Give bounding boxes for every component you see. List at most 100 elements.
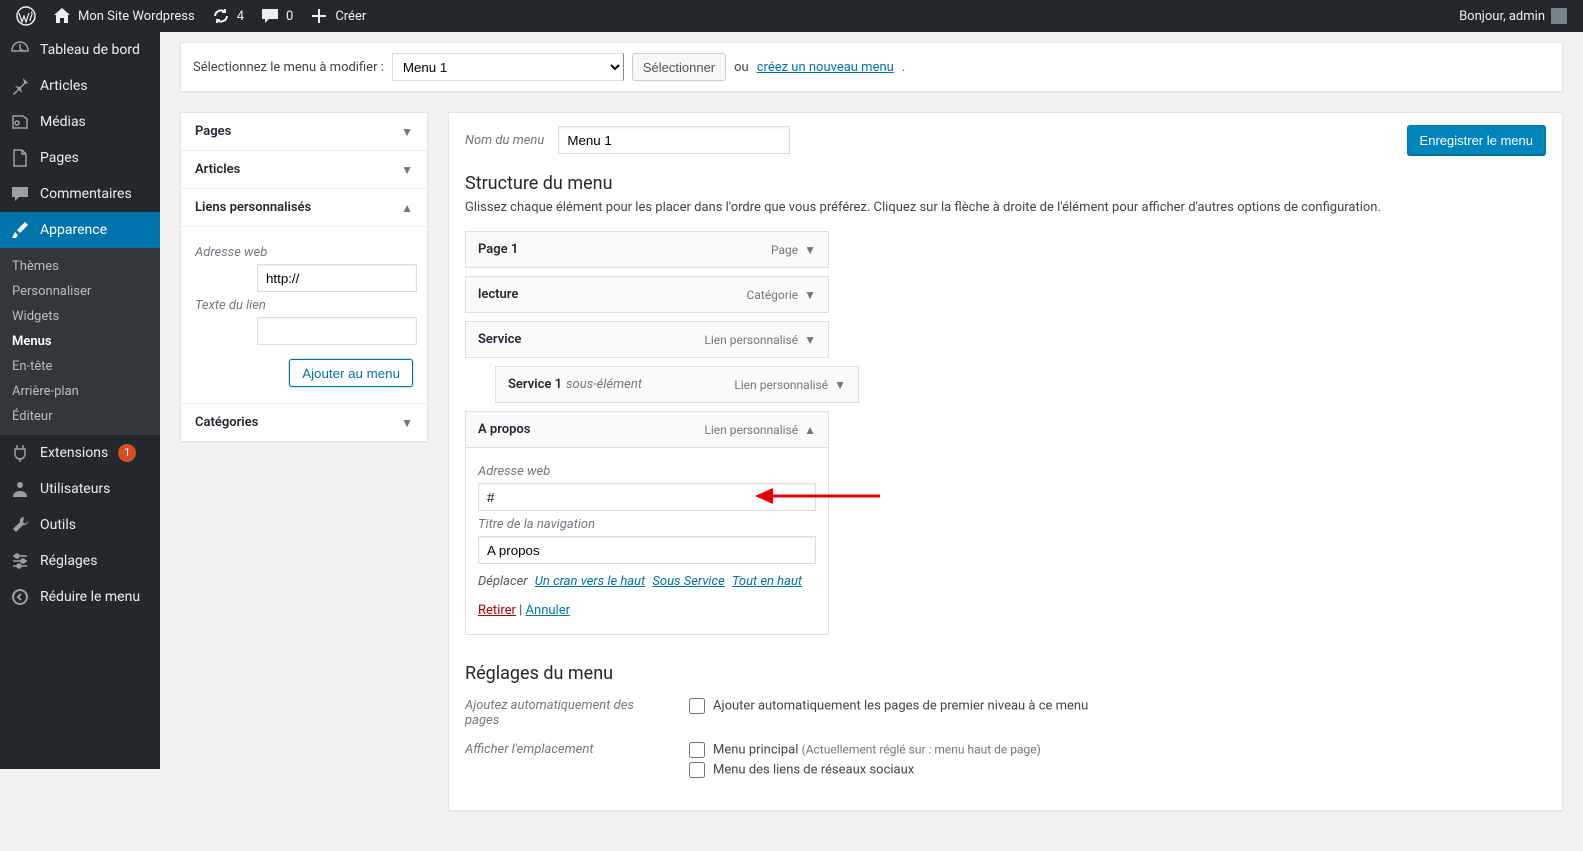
sliders-icon bbox=[10, 551, 30, 571]
sub-item-label: sous-élément bbox=[566, 377, 642, 392]
comments-menu[interactable]: 0 bbox=[252, 0, 301, 32]
submenu-customize[interactable]: Personnaliser bbox=[0, 279, 160, 304]
item-url-label: Adresse web bbox=[478, 464, 816, 479]
menu-editor-panel: Nom du menu Enregistrer le menu Structur… bbox=[448, 112, 1563, 811]
menu-item-lecture[interactable]: lecture Catégorie▼ bbox=[465, 276, 829, 313]
menu-item-type: Lien personnalisé bbox=[704, 423, 798, 437]
pin-icon bbox=[10, 76, 30, 96]
auto-add-checkbox[interactable] bbox=[689, 698, 705, 714]
save-menu-button[interactable]: Enregistrer le menu bbox=[1407, 125, 1546, 155]
collapse-icon bbox=[10, 587, 30, 607]
menu-settings[interactable]: Réglages bbox=[0, 543, 160, 579]
move-label: Déplacer bbox=[478, 574, 528, 589]
item-nav-title-input[interactable] bbox=[478, 536, 816, 564]
updates-menu[interactable]: 4 bbox=[203, 0, 252, 32]
menu-item-title: A propos bbox=[478, 422, 530, 437]
auto-add-checkbox-label[interactable]: Ajouter automatiquement les pages de pre… bbox=[689, 696, 1088, 716]
submenu-background[interactable]: Arrière-plan bbox=[0, 379, 160, 404]
refresh-icon bbox=[211, 6, 231, 26]
location-social-checkbox[interactable] bbox=[689, 762, 705, 778]
plugins-badge: 1 bbox=[118, 444, 136, 462]
menu-appearance[interactable]: Apparence bbox=[0, 212, 160, 248]
menu-item-settings-apropos: Adresse web Titre de la navigation Dépla… bbox=[465, 448, 829, 635]
menu-tools-label: Outils bbox=[40, 517, 76, 533]
comments-count: 0 bbox=[286, 9, 293, 24]
menu-item-page1[interactable]: Page 1 Page▼ bbox=[465, 231, 829, 268]
menu-item-title: Service bbox=[478, 332, 521, 347]
custom-links-body: Adresse web Texte du lien Ajouter au men… bbox=[181, 227, 427, 404]
menu-users[interactable]: Utilisateurs bbox=[0, 471, 160, 507]
menu-pages-label: Pages bbox=[40, 150, 79, 166]
location-primary-checkbox[interactable] bbox=[689, 742, 705, 758]
new-label: Créer bbox=[335, 9, 366, 24]
media-icon bbox=[10, 112, 30, 132]
select-menu-button[interactable]: Sélectionner bbox=[632, 53, 726, 81]
structure-description: Glissez chaque élément pour les placer d… bbox=[465, 200, 1546, 215]
site-name-menu[interactable]: Mon Site Wordpress bbox=[44, 0, 203, 32]
accordion-articles-label: Articles bbox=[195, 162, 240, 177]
menu-plugins[interactable]: Extensions 1 bbox=[0, 435, 160, 471]
cancel-item-link[interactable]: Annuler bbox=[526, 603, 570, 618]
link-text-label: Texte du lien bbox=[195, 298, 413, 313]
item-url-input[interactable] bbox=[478, 483, 816, 511]
menu-media[interactable]: Médias bbox=[0, 104, 160, 140]
menu-item-apropos[interactable]: A propos Lien personnalisé▲ bbox=[465, 411, 829, 448]
location-primary-label[interactable]: Menu principal (Actuellement réglé sur :… bbox=[689, 740, 1041, 760]
menu-plugins-label: Extensions bbox=[40, 445, 108, 461]
create-menu-link[interactable]: créez un nouveau menu bbox=[757, 60, 894, 75]
menu-item-type: Lien personnalisé bbox=[704, 333, 798, 347]
move-top-link[interactable]: Tout en haut bbox=[732, 574, 802, 589]
caret-up-icon: ▲ bbox=[401, 201, 413, 215]
menu-selector-bar: Sélectionnez le menu à modifier : Menu 1… bbox=[180, 42, 1563, 92]
menu-selector-dropdown[interactable]: Menu 1 bbox=[392, 53, 624, 81]
caret-down-icon: ▼ bbox=[804, 333, 816, 347]
menu-pages[interactable]: Pages bbox=[0, 140, 160, 176]
menu-posts-label: Articles bbox=[40, 78, 88, 94]
menu-tools[interactable]: Outils bbox=[0, 507, 160, 543]
wp-logo-menu[interactable] bbox=[8, 0, 44, 32]
menu-item-service[interactable]: Service Lien personnalisé ▼ bbox=[465, 321, 829, 358]
add-to-menu-button[interactable]: Ajouter au menu bbox=[289, 359, 413, 387]
new-content-menu[interactable]: Créer bbox=[301, 0, 374, 32]
submenu-editor[interactable]: Éditeur bbox=[0, 404, 160, 429]
menu-item-type: Lien personnalisé bbox=[734, 378, 828, 392]
site-name-label: Mon Site Wordpress bbox=[78, 9, 195, 24]
menu-item-service1[interactable]: Service 1sous-élément Lien personnalisé▼ bbox=[495, 366, 859, 403]
page-icon bbox=[10, 148, 30, 168]
menu-comments[interactable]: Commentaires bbox=[0, 176, 160, 212]
menu-selector-label: Sélectionnez le menu à modifier : bbox=[193, 60, 384, 75]
submenu-widgets[interactable]: Widgets bbox=[0, 304, 160, 329]
submenu-header[interactable]: En-tête bbox=[0, 354, 160, 379]
caret-down-icon: ▼ bbox=[804, 243, 816, 257]
my-account-menu[interactable]: Bonjour, admin bbox=[1451, 0, 1575, 32]
menu-posts[interactable]: Articles bbox=[0, 68, 160, 104]
menu-dashboard[interactable]: Tableau de bord bbox=[0, 32, 160, 68]
remove-item-link[interactable]: Retirer bbox=[478, 603, 516, 618]
menu-item-type: Catégorie bbox=[747, 288, 799, 302]
accordion-pages[interactable]: Pages ▼ bbox=[181, 113, 427, 151]
caret-down-icon: ▼ bbox=[401, 416, 413, 430]
structure-title: Structure du menu bbox=[465, 173, 1546, 194]
menu-users-label: Utilisateurs bbox=[40, 481, 110, 497]
url-label: Adresse web bbox=[195, 245, 413, 260]
accordion-categories-label: Catégories bbox=[195, 415, 258, 430]
custom-link-text-input[interactable] bbox=[257, 317, 417, 345]
menu-collapse[interactable]: Réduire le menu bbox=[0, 579, 160, 615]
move-up-link[interactable]: Un cran vers le haut bbox=[535, 574, 645, 589]
caret-down-icon: ▼ bbox=[401, 163, 413, 177]
location-social-label[interactable]: Menu des liens de réseaux sociaux bbox=[689, 760, 1041, 780]
submenu-themes[interactable]: Thèmes bbox=[0, 254, 160, 279]
menu-name-label: Nom du menu bbox=[465, 133, 544, 148]
comment-icon bbox=[10, 184, 30, 204]
auto-add-label: Ajoutez automatiquement des pages bbox=[465, 696, 665, 728]
menu-name-input[interactable] bbox=[558, 126, 790, 154]
accordion-custom-links[interactable]: Liens personnalisés ▲ bbox=[181, 189, 427, 227]
or-text: ou bbox=[734, 60, 749, 75]
menu-structure-list: Page 1 Page▼ bbox=[465, 231, 829, 268]
accordion-categories[interactable]: Catégories ▼ bbox=[181, 404, 427, 441]
custom-link-url-input[interactable] bbox=[257, 264, 417, 292]
caret-down-icon: ▼ bbox=[834, 378, 846, 392]
submenu-menus[interactable]: Menus bbox=[0, 329, 160, 354]
accordion-articles[interactable]: Articles ▼ bbox=[181, 151, 427, 189]
move-under-link[interactable]: Sous Service bbox=[652, 574, 724, 589]
